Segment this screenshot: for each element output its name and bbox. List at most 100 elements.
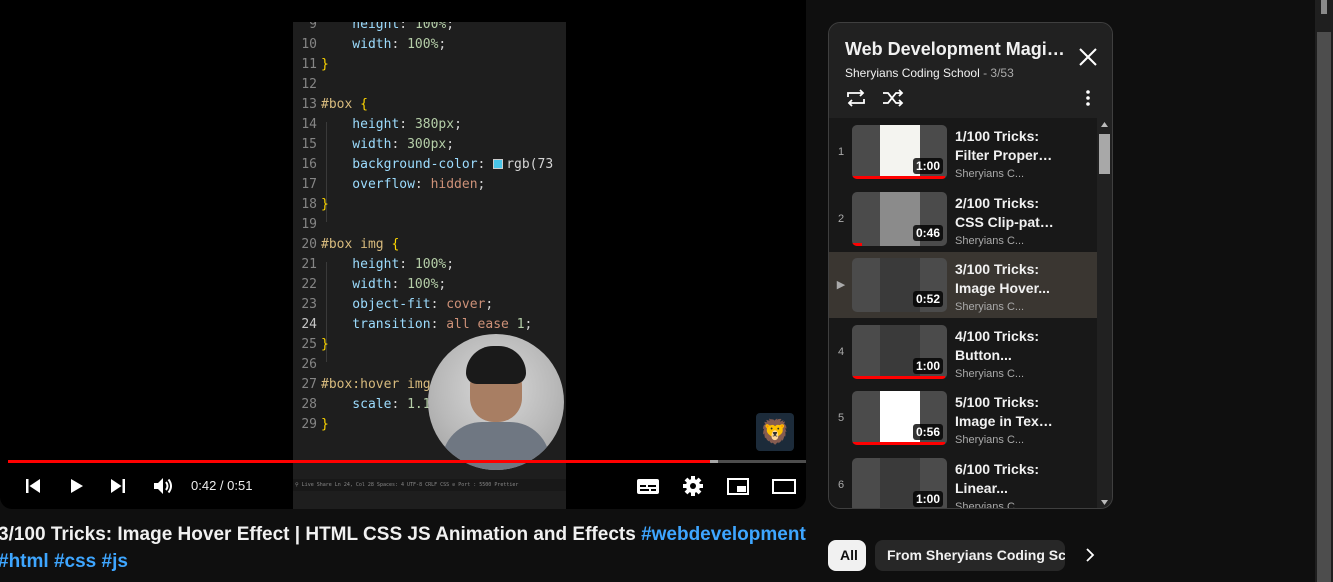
line-number: 27 [301, 377, 317, 392]
code-token: : [430, 297, 447, 312]
playlist-item-channel: Sheryians C... [955, 367, 1025, 380]
scroll-up-icon[interactable] [1100, 121, 1109, 128]
playlist-item-title[interactable]: 3/100 Tricks: Image Hover... [955, 260, 1055, 298]
code-token: height [321, 22, 400, 32]
channel-watermark-icon[interactable]: 🦁 [756, 413, 794, 451]
chips-next-button[interactable] [1078, 543, 1102, 567]
playlist-item-index: 2 [837, 212, 845, 225]
previous-button[interactable] [20, 471, 46, 501]
presenter-webcam [428, 334, 564, 470]
playlist-item[interactable]: 1 1:00 1/100 Tricks: Filter Property... Sher… [829, 119, 1097, 185]
code-token: width [321, 277, 392, 292]
hashtag-link[interactable]: #css [54, 551, 96, 572]
line-number: 19 [301, 217, 317, 232]
code-token: : [414, 177, 431, 192]
code-line: 22 width: 100%; [293, 275, 446, 295]
page-scroll-thumb[interactable] [1317, 32, 1331, 582]
playlist-item-channel: Sheryians C... [955, 434, 1025, 446]
subtitles-button[interactable] [634, 471, 662, 501]
playlist-item-title[interactable]: 4/100 Tricks: Button... [955, 327, 1055, 365]
code-token: { [391, 237, 400, 252]
code-token: width [321, 37, 392, 52]
playlist-item-thumbnail[interactable]: 1:00 [852, 457, 947, 510]
playlist-item-thumbnail[interactable]: 1:00 [852, 125, 947, 179]
code-line: 12 [293, 75, 321, 95]
code-token: hidden [430, 177, 478, 192]
skip-next-icon [111, 479, 125, 493]
watched-progress [852, 375, 946, 379]
playlist-item-thumbnail[interactable]: 0:56 [852, 391, 947, 445]
time-current: 0:42 [191, 478, 217, 493]
playlist-item-thumbnail[interactable]: 0:52 [852, 258, 947, 312]
code-token: all ease [446, 317, 517, 332]
shuffle-button[interactable] [880, 85, 906, 111]
playlist-item[interactable]: 4 1:00 4/100 Tricks: Button... Sheryians C..… [829, 319, 1097, 385]
scroll-down-icon[interactable] [1100, 499, 1109, 506]
code-token: scale [321, 397, 392, 412]
line-number: 23 [301, 297, 317, 312]
code-line: 28 scale: 1.1 [293, 395, 430, 415]
code-token: } [321, 417, 329, 432]
hashtag-link[interactable]: #html [0, 551, 49, 572]
playlist-item[interactable]: 5 0:56 5/100 Tricks: Image in Text... Sheryi… [829, 385, 1097, 451]
loop-button[interactable] [843, 85, 869, 111]
code-line: 26 [293, 355, 321, 375]
playlist-scroll-thumb[interactable] [1099, 134, 1110, 174]
chevron-right-icon [1086, 548, 1095, 562]
code-token: #box img [321, 237, 392, 252]
playlist-item-title[interactable]: 6/100 Tricks: Linear... [955, 460, 1055, 498]
chip-from-channel[interactable]: From Sheryians Coding School [875, 540, 1065, 571]
settings-button[interactable] [680, 471, 706, 501]
miniplayer-button[interactable] [724, 471, 752, 501]
next-button[interactable] [105, 471, 131, 501]
playlist-more-button[interactable] [1079, 85, 1097, 111]
progress-bar[interactable] [8, 460, 806, 463]
code-line: 15 width: 300px; [293, 135, 454, 155]
page-scrollbar[interactable] [1315, 0, 1333, 582]
playlist-items: 1 1:00 1/100 Tricks: Filter Property... Sher… [829, 118, 1097, 510]
code-token: : [477, 157, 494, 172]
playlist-panel: Web Development Magic Tricks Sheryians C… [828, 22, 1113, 509]
playlist-item[interactable]: 2 0:46 2/100 Tricks: CSS Clip-path... Sheryi… [829, 186, 1097, 252]
line-number: 24 [301, 317, 317, 332]
play-button[interactable] [63, 471, 89, 501]
playlist-subtitle: Sheryians Coding School - 3/53 [845, 66, 1014, 80]
playlist-item-thumbnail[interactable]: 1:00 [852, 324, 947, 379]
line-number: 13 [301, 97, 317, 112]
line-number: 20 [301, 237, 317, 252]
playlist-title[interactable]: Web Development Magic Tricks [845, 39, 1067, 60]
playlist-item-title[interactable]: 5/100 Tricks: Image in Text... [955, 393, 1055, 431]
playlist-item-title-line: Image Hover... [955, 280, 1050, 296]
chip-all[interactable]: All [828, 540, 866, 571]
code-token: #box [321, 97, 361, 112]
playlist-item[interactable]: 6 1:00 6/100 Tricks: Linear... Sheryians C..… [829, 452, 1097, 510]
watched-progress [852, 509, 945, 510]
playlist-item[interactable]: ▶ 0:52 3/100 Tricks: Image Hover... Sheryian… [829, 252, 1097, 318]
code-token: overflow [321, 177, 415, 192]
video-player[interactable]: 9 height: 100%; 10 width: 100%; 11} 12 13 #bo… [0, 0, 806, 509]
playlist-item-index: 6 [837, 478, 845, 491]
playlist-item-title[interactable]: 2/100 Tricks: CSS Clip-path... [955, 194, 1055, 232]
line-number: 22 [301, 277, 317, 292]
playlist-item-index: ▶ [836, 279, 846, 291]
mute-button[interactable] [149, 471, 177, 501]
hashtag-link[interactable]: #js [102, 551, 128, 572]
hashtag-link[interactable]: #webdevelopment [641, 524, 806, 545]
page-scrollbar-top[interactable] [1321, 0, 1327, 14]
playlist-item-thumbnail[interactable]: 0:46 [852, 191, 947, 246]
code-token: ; [524, 317, 533, 332]
code-token: ; [477, 177, 486, 192]
code-line: 13 #box { [293, 95, 368, 115]
theater-mode-button[interactable] [769, 471, 799, 501]
watched-progress [852, 442, 946, 445]
playlist-item-channel: Sheryians C... [955, 500, 1025, 509]
code-token: 300px [407, 137, 447, 152]
code-token: height [321, 117, 400, 132]
line-number: 14 [301, 117, 317, 132]
playlist-item-title[interactable]: 1/100 Tricks: Filter Property... [955, 127, 1055, 165]
close-playlist-button[interactable] [1074, 43, 1102, 71]
code-line: 11} [293, 55, 328, 75]
playlist-scrollbar[interactable] [1097, 118, 1112, 508]
playlist-channel[interactable]: Sheryians Coding School [845, 66, 980, 80]
playlist-item-channel: Sheryians C... [955, 301, 1025, 313]
